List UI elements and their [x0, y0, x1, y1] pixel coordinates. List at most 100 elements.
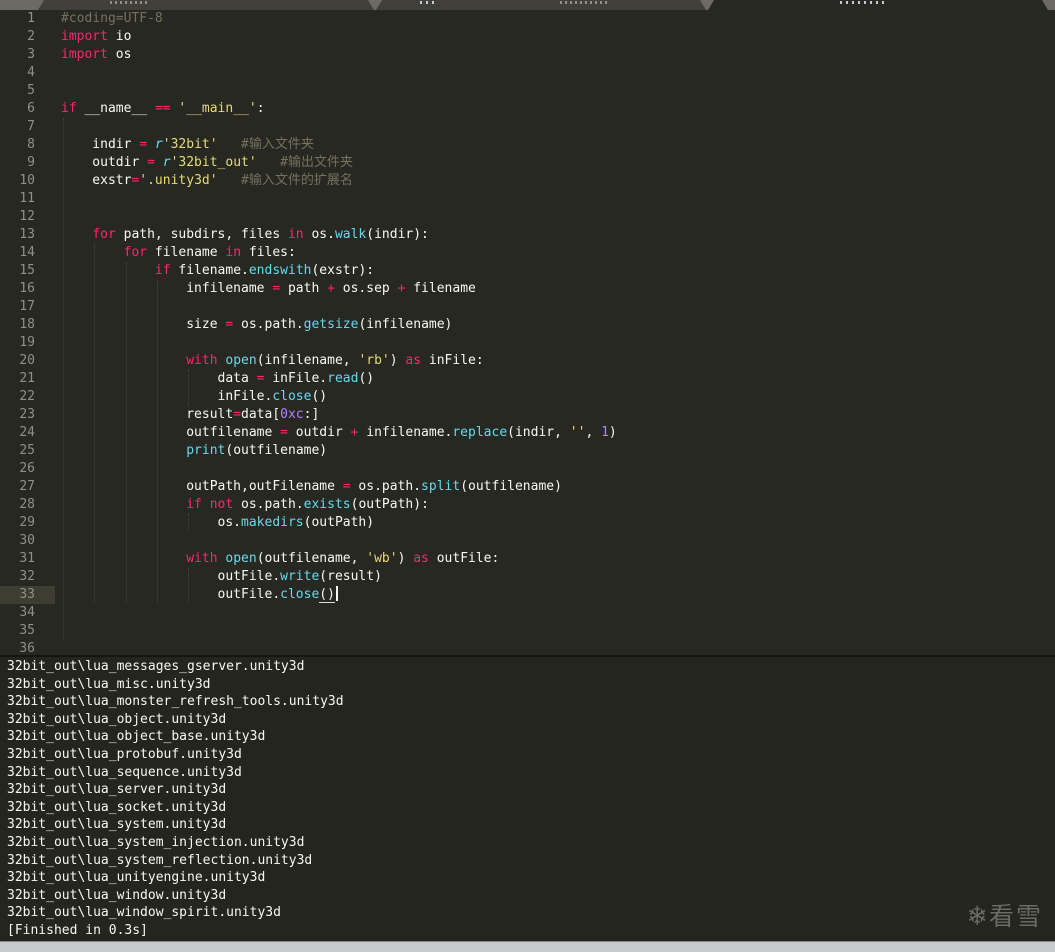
- code-line-6[interactable]: 6 if __name__ == '__main__':: [0, 100, 1055, 118]
- code-line-10[interactable]: 10 exstr='.unity3d' #输入文件的扩展名: [0, 172, 1055, 190]
- output-line: 32bit_out\lua_server.unity3d: [7, 782, 227, 798]
- code-line-1[interactable]: 1 #coding=UTF-8: [0, 10, 1055, 28]
- code-line-27[interactable]: 27 outPath,outFilename = os.path.split(o…: [0, 478, 1055, 496]
- code-line-12[interactable]: 12: [0, 208, 1055, 226]
- watermark-text: 看雪: [988, 902, 1043, 931]
- code-line-8[interactable]: 8 indir = r'32bit' #输入文件夹: [0, 136, 1055, 154]
- code-line-16[interactable]: 16 infilename = path + os.sep + filename: [0, 280, 1055, 298]
- line-number: 14: [19, 245, 35, 260]
- code-text: for filename in files:: [123, 245, 296, 260]
- tab-bar: [0, 0, 1055, 10]
- output-line: 32bit_out\lua_socket.unity3d: [7, 799, 227, 815]
- line-number: 33: [0, 586, 55, 604]
- code-line-19[interactable]: 19: [0, 334, 1055, 352]
- line-number: 5: [27, 83, 35, 98]
- output-line: 32bit_out\lua_object.unity3d: [7, 711, 227, 727]
- code-line-35[interactable]: 35: [0, 622, 1055, 640]
- indent-guide: [188, 514, 189, 532]
- code-line-29[interactable]: 29 os.makedirs(outPath): [0, 514, 1055, 532]
- line-number: 31: [19, 551, 35, 566]
- indent-guide: [188, 370, 189, 406]
- build-output-panel: 32bit_out\lua_messages_gserver.unity3d 32…: [0, 655, 1055, 941]
- code-line-5[interactable]: 5: [0, 82, 1055, 100]
- indent-guide: [126, 262, 127, 604]
- output-line: 32bit_out\lua_monster_refresh_tools.unit…: [7, 694, 344, 710]
- code-line-25[interactable]: 25 print(outfilename): [0, 442, 1055, 460]
- code-line-28[interactable]: 28 if not os.path.exists(outPath):: [0, 496, 1055, 514]
- line-number: 23: [19, 407, 35, 422]
- code-line-34[interactable]: 34: [0, 604, 1055, 622]
- output-line: 32bit_out\lua_unityengine.unity3d: [7, 870, 266, 886]
- code-text: import os: [61, 47, 132, 62]
- code-text: outFile.write(result): [61, 569, 382, 584]
- code-line-4[interactable]: 4: [0, 64, 1055, 82]
- code-line-18[interactable]: 18 size = os.path.getsize(infilename): [0, 316, 1055, 334]
- line-number: 1: [27, 11, 35, 26]
- line-number: 13: [19, 227, 35, 242]
- line-number: 27: [19, 479, 35, 494]
- code-text: #coding=UTF-8: [61, 11, 163, 26]
- code-line-20[interactable]: 20 with open(infilename, 'rb') as inFile…: [0, 352, 1055, 370]
- code-line-3[interactable]: 3 import os: [0, 46, 1055, 64]
- output-line: 32bit_out\lua_object_base.unity3d: [7, 729, 266, 745]
- line-number: 16: [19, 281, 35, 296]
- tab-label-remnant: [840, 1, 886, 4]
- line-number: 8: [27, 137, 35, 152]
- code-line-2[interactable]: 2 import io: [0, 28, 1055, 46]
- line-number: 10: [19, 173, 35, 188]
- sublime-text-window: 1 #coding=UTF-8 2 import io 3 import os 4 5 6 if …: [0, 0, 1055, 952]
- code-line-15[interactable]: 15 if filename.endswith(exstr):: [0, 262, 1055, 280]
- line-number: 3: [27, 47, 35, 62]
- line-number: 17: [19, 299, 35, 314]
- code-line-11[interactable]: 11: [0, 190, 1055, 208]
- code-line-36[interactable]: 36: [0, 640, 1055, 655]
- text-cursor: [335, 586, 338, 601]
- line-number: 2: [27, 29, 35, 44]
- code-text: if __name__ == '__main__':: [61, 101, 265, 116]
- code-line-22[interactable]: 22 inFile.close(): [0, 388, 1055, 406]
- output-line: 32bit_out\lua_window_spirit.unity3d: [7, 905, 281, 921]
- code-line-23[interactable]: 23 result=data[0xc:]: [0, 406, 1055, 424]
- code-line-33[interactable]: 33 outFile.close(): [0, 586, 1055, 604]
- code-line-14[interactable]: 14 for filename in files:: [0, 244, 1055, 262]
- code-text: for path, subdirs, files in os.walk(indi…: [92, 227, 429, 242]
- code-line-21[interactable]: 21 data = inFile.read(): [0, 370, 1055, 388]
- code-line-24[interactable]: 24 outfilename = outdir + infilename.rep…: [0, 424, 1055, 442]
- code-rows: 1 #coding=UTF-8 2 import io 3 import os 4 5 6 if …: [0, 10, 1055, 655]
- code-line-31[interactable]: 31 with open(outfilename, 'wb') as outFi…: [0, 550, 1055, 568]
- code-line-30[interactable]: 30: [0, 532, 1055, 550]
- code-line-13[interactable]: 13 for path, subdirs, files in os.walk(i…: [0, 226, 1055, 244]
- code-line-17[interactable]: 17: [0, 298, 1055, 316]
- line-number: 21: [19, 371, 35, 386]
- code-line-9[interactable]: 9 outdir = r'32bit_out' #输出文件夹: [0, 154, 1055, 172]
- code-text: outfilename = outdir + infilename.replac…: [61, 425, 617, 440]
- line-number: 26: [19, 461, 35, 476]
- line-number: 20: [19, 353, 35, 368]
- code-editor[interactable]: 1 #coding=UTF-8 2 import io 3 import os 4 5 6 if …: [0, 10, 1055, 655]
- kanxue-watermark: ❄ 看雪: [969, 897, 1043, 933]
- code-text: outdir = r'32bit_out' #输出文件夹: [61, 155, 353, 170]
- code-text: outPath,outFilename = os.path.split(outf…: [61, 479, 562, 494]
- line-number: 7: [27, 119, 35, 134]
- indent-guide: [63, 118, 64, 640]
- code-line-26[interactable]: 26: [0, 460, 1055, 478]
- output-lines: 32bit_out\lua_messages_gserver.unity3d 32…: [7, 658, 1055, 940]
- line-number: 6: [27, 101, 35, 116]
- code-text: inFile.close(): [61, 389, 328, 404]
- code-line-32[interactable]: 32 outFile.write(result): [0, 568, 1055, 586]
- code-text: print(outfilename): [186, 443, 328, 458]
- tab-1[interactable]: [38, 0, 374, 10]
- code-text: if not os.path.exists(outPath):: [186, 497, 429, 512]
- code-line-7[interactable]: 7: [0, 118, 1055, 136]
- code-text: data = inFile.read(): [61, 371, 375, 386]
- snowflake-icon: ❄: [968, 897, 986, 932]
- code-text: exstr='.unity3d' #输入文件的扩展名: [61, 173, 353, 188]
